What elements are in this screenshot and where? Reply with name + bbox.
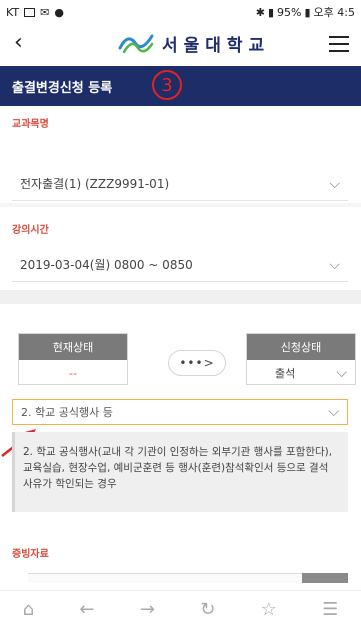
arrow-indicator: •••> xyxy=(168,350,226,376)
battery-icon: ▮ xyxy=(304,5,311,19)
chevron-down-icon: ⌵ xyxy=(329,175,340,192)
current-status-box: 현재상태 -- xyxy=(18,333,128,385)
refresh-icon[interactable]: ↻ xyxy=(200,599,215,620)
app-header: ‹ 서울대학교 xyxy=(0,24,361,66)
divider xyxy=(0,203,361,207)
snu-logo: 서울대학교 xyxy=(118,30,270,56)
snu-emblem-icon xyxy=(118,34,154,54)
browser-bottom-nav: ⌂ ← → ↻ ☆ ☰ xyxy=(0,590,361,628)
course-select[interactable]: 전자출결(1) (ZZZ9991-01) ⌵ xyxy=(12,167,348,201)
reason-value: 2. 학교 공식행사 등 xyxy=(21,406,113,419)
back-chevron-icon[interactable]: ‹ xyxy=(14,30,23,55)
requested-status-value: 출석 xyxy=(275,367,296,380)
status-bar: KT ✉ ● ✱ ▮ 95% ▮ 오후 4:5 xyxy=(0,0,361,24)
chat-icon: ● xyxy=(54,5,64,19)
forward-arrow-icon[interactable]: → xyxy=(140,599,155,620)
gallery-icon xyxy=(24,7,36,17)
logo-text: 서울대학교 xyxy=(162,35,271,56)
bluetooth-icon: ✱ xyxy=(255,5,265,19)
section-divider xyxy=(0,290,361,304)
battery-percent: 95% xyxy=(277,5,302,19)
lecture-time-label: 강의시간 xyxy=(12,225,49,236)
reason-select[interactable]: 2. 학교 공식행사 등 ⌵ xyxy=(12,399,348,425)
current-status-value: -- xyxy=(69,366,77,380)
chevron-down-icon: ⌵ xyxy=(329,256,340,273)
requested-status-select[interactable]: 출석 ⌵ xyxy=(247,360,355,386)
chevron-down-icon: ⌵ xyxy=(328,404,339,420)
hamburger-menu-icon[interactable] xyxy=(329,36,349,52)
notification-icon: ✉ xyxy=(40,5,50,19)
requested-status-header: 신청상태 xyxy=(247,334,355,360)
lecture-time-value: 2019-03-04(월) 0800 ~ 0850 xyxy=(20,258,193,272)
reason-description: 2. 학교 공식행사(교내 각 기관이 인정하는 외부기관 행사를 포함한다),… xyxy=(12,432,348,512)
carrier-label: KT xyxy=(6,5,20,19)
evidence-upload-button[interactable] xyxy=(302,573,348,583)
page-title: 출결변경신청 등록 xyxy=(12,80,113,96)
current-status-header: 현재상태 xyxy=(19,334,127,360)
star-icon[interactable]: ☆ xyxy=(261,599,277,620)
back-arrow-icon[interactable]: ← xyxy=(79,599,94,620)
clock: 오후 4:5 xyxy=(313,6,355,19)
course-value: 전자출결(1) (ZZZ9991-01) xyxy=(20,177,170,191)
evidence-file-field[interactable] xyxy=(28,573,348,583)
home-icon[interactable]: ⌂ xyxy=(23,599,34,620)
menu-icon[interactable]: ☰ xyxy=(322,599,338,620)
requested-status-box[interactable]: 신청상태 출석 ⌵ xyxy=(246,333,356,385)
evidence-label: 증빙자료 xyxy=(12,549,49,560)
chevron-down-icon: ⌵ xyxy=(336,365,347,381)
step-badge: 3 xyxy=(152,70,182,100)
page-title-bar: 출결변경신청 등록 3 xyxy=(0,66,361,106)
signal-icon: ▮ xyxy=(267,5,275,19)
lecture-time-select[interactable]: 2019-03-04(월) 0800 ~ 0850 ⌵ xyxy=(12,248,348,282)
course-label: 교과목명 xyxy=(12,119,49,130)
